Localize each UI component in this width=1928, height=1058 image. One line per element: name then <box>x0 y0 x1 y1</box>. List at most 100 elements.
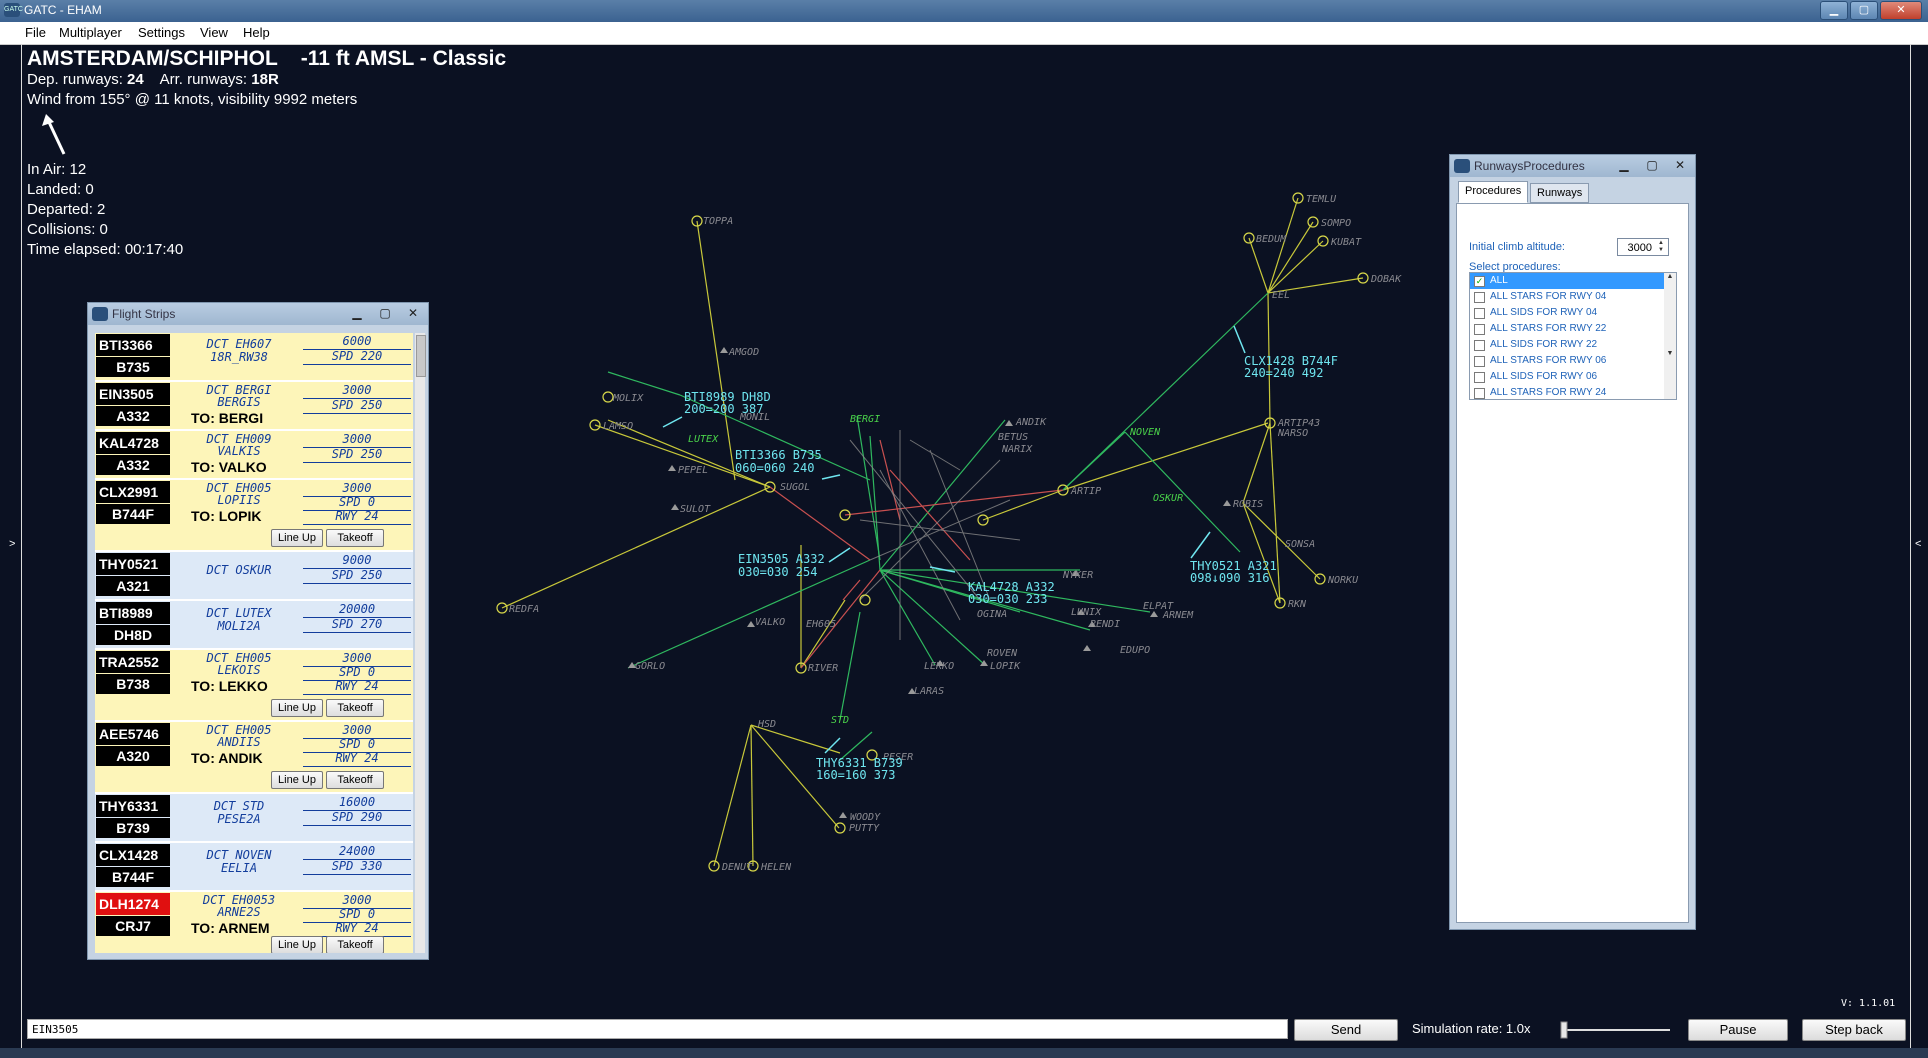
flight-strip[interactable]: CLX1428 B744F DCT NOVEN EELIA 24000 SPD … <box>95 843 413 892</box>
strip-route2: EELIA <box>220 861 258 875</box>
maximize-button[interactable]: ▢ <box>1640 157 1664 173</box>
strip-altitude[interactable]: 24000 <box>303 845 411 860</box>
flight-strip[interactable]: BTI8989 DH8D DCT LUTEX MOLI2A 20000 SPD … <box>95 601 413 650</box>
strip-speed[interactable]: SPD 250 <box>303 399 411 414</box>
svg-text:WOODY: WOODY <box>850 812 881 823</box>
strip-altitude[interactable]: 16000 <box>303 796 411 811</box>
procedure-item[interactable]: ALL SIDS FOR RWY 06 <box>1470 369 1664 385</box>
menu-settings[interactable]: Settings <box>138 25 185 40</box>
svg-text:EEL: EEL <box>1272 290 1290 301</box>
close-button[interactable]: ✕ <box>1880 1 1922 20</box>
strip-callsign: TRA2552 <box>96 651 170 673</box>
line-up-button[interactable]: Line Up <box>271 699 323 717</box>
line-up-button[interactable]: Line Up <box>271 529 323 547</box>
procedures-titlebar[interactable]: RunwaysProcedures ▁ ▢ ✕ <box>1450 155 1695 177</box>
checkbox[interactable] <box>1474 356 1485 367</box>
procedure-item[interactable]: ALL STARS FOR RWY 06 <box>1470 353 1664 369</box>
flight-strips-titlebar[interactable]: Flight Strips ▁ ▢ ✕ <box>88 303 428 325</box>
procedures-panel: Initial climb altitude: 3000 ▲ ▼ Select p… <box>1456 203 1689 923</box>
strip-route2: MOLI2A <box>217 619 261 633</box>
flight-strip[interactable]: THY6331 B739 DCT STD PESE2A 16000 SPD 29… <box>95 794 413 843</box>
strip-altitude[interactable]: 3000 <box>303 384 411 399</box>
minimize-button[interactable]: ▁ <box>1820 1 1848 20</box>
svg-text:LAMSO: LAMSO <box>603 421 633 432</box>
checkbox[interactable]: ✓ <box>1474 276 1485 287</box>
tab-runways[interactable]: Runways <box>1530 183 1590 203</box>
svg-text:SUGOL: SUGOL <box>780 482 810 493</box>
strip-speed[interactable]: SPD 250 <box>303 569 411 584</box>
maximize-button[interactable]: ▢ <box>373 305 397 321</box>
procedure-item[interactable]: ALL SIDS FOR RWY 22 <box>1470 337 1664 353</box>
procedure-item[interactable]: ✓ ALL <box>1470 273 1664 289</box>
procedures-scrollbar[interactable]: ▲ ▼ <box>1664 273 1676 399</box>
spinner-arrows-icon[interactable]: ▲ ▼ <box>1655 240 1667 254</box>
strip-runway[interactable]: RWY 24 <box>303 922 411 937</box>
svg-text:KUBAT: KUBAT <box>1330 237 1362 248</box>
takeoff-button[interactable]: Takeoff <box>326 529 384 547</box>
procedure-item[interactable]: ALL STARS FOR RWY 24 <box>1470 385 1664 399</box>
flight-strip[interactable]: TRA2552 B738 DCT EH005 LEKOIS TO: LEKKO … <box>95 650 413 722</box>
minimize-button[interactable]: ▁ <box>1612 157 1636 173</box>
step-back-button[interactable]: Step back <box>1802 1019 1906 1041</box>
strip-runway[interactable]: RWY 24 <box>303 680 411 695</box>
strip-route2: 18R_RW38 <box>210 350 268 364</box>
close-button[interactable]: ✕ <box>1668 157 1692 173</box>
command-input[interactable]: EIN3505 <box>27 1019 1288 1039</box>
checkbox[interactable] <box>1474 324 1485 335</box>
checkbox[interactable] <box>1474 388 1485 399</box>
takeoff-button[interactable]: Takeoff <box>326 699 384 717</box>
strip-altitude[interactable]: 6000 <box>303 335 411 350</box>
checkbox[interactable] <box>1474 308 1485 319</box>
flight-strip[interactable]: KAL4728 A332 DCT EH009 VALKIS TO: VALKO … <box>95 431 413 480</box>
strip-speed[interactable]: SPD 330 <box>303 860 411 875</box>
close-button[interactable]: ✕ <box>401 305 425 321</box>
pause-button[interactable]: Pause <box>1688 1019 1788 1041</box>
procedure-item[interactable]: ALL STARS FOR RWY 04 <box>1470 289 1664 305</box>
menu-view[interactable]: View <box>200 25 228 40</box>
aircraft-labels: BTI8989 DH8D 200=200 387 BTI3366 B735 06… <box>684 354 1338 782</box>
takeoff-button[interactable]: Takeoff <box>326 936 384 953</box>
runways-procedures-window: RunwaysProcedures ▁ ▢ ✕ Procedures Runwa… <box>1449 154 1696 930</box>
checkbox[interactable] <box>1474 340 1485 351</box>
strip-speed[interactable]: SPD 250 <box>303 448 411 463</box>
svg-text:SOMPO: SOMPO <box>1321 218 1351 229</box>
flight-strip[interactable]: THY0521 A321 DCT OSKUR 9000 SPD 250 <box>95 552 413 601</box>
runways-info: Dep. runways: 24 Arr. runways: 18R <box>27 71 279 88</box>
flight-strip[interactable]: DLH1274 CRJ7 DCT EH0053 ARNE2S TO: ARNEM… <box>95 892 413 953</box>
strip-speed[interactable]: SPD 220 <box>303 350 411 365</box>
procedure-item[interactable]: ALL STARS FOR RWY 22 <box>1470 321 1664 337</box>
menu-help[interactable]: Help <box>243 25 270 40</box>
strip-speed[interactable]: SPD 270 <box>303 618 411 633</box>
menu-file[interactable]: File <box>25 25 46 40</box>
strip-runway[interactable]: RWY 24 <box>303 752 411 767</box>
strip-altitude[interactable]: 9000 <box>303 554 411 569</box>
maximize-button[interactable]: ▢ <box>1850 1 1878 20</box>
initial-climb-input[interactable]: 3000 ▲ ▼ <box>1617 238 1669 256</box>
takeoff-button[interactable]: Takeoff <box>326 771 384 789</box>
strip-callsign: DLH1274 <box>96 893 170 915</box>
version-label: V: 1.1.01 <box>1841 998 1896 1009</box>
svg-text:MOLIX: MOLIX <box>612 393 644 404</box>
flight-strip[interactable]: CLX2991 B744F DCT EH005 LOPIIS TO: LOPIK… <box>95 480 413 552</box>
checkbox[interactable] <box>1474 372 1485 383</box>
flight-strip[interactable]: BTI3366 B735 DCT EH607 18R_RW38 6000 SPD… <box>95 333 413 382</box>
checkbox[interactable] <box>1474 292 1485 303</box>
send-button[interactable]: Send <box>1294 1019 1398 1041</box>
strip-runway[interactable]: RWY 24 <box>303 510 411 525</box>
flight-strip[interactable]: EIN3505 A332 DCT BERGI BERGIS TO: BERGI … <box>95 382 413 431</box>
airport-title: AMSTERDAM/SCHIPHOL -11 ft AMSL - Classic <box>27 47 507 70</box>
line-up-button[interactable]: Line Up <box>271 936 323 953</box>
simulation-rate-slider[interactable] <box>1560 1020 1672 1040</box>
procedure-item[interactable]: ALL SIDS FOR RWY 04 <box>1470 305 1664 321</box>
svg-text:BTI3366 B735: BTI3366 B735 <box>735 448 822 462</box>
strip-speed[interactable]: SPD 290 <box>303 811 411 826</box>
strip-altitude[interactable]: 3000 <box>303 433 411 448</box>
line-up-button[interactable]: Line Up <box>271 771 323 789</box>
flight-strip[interactable]: AEE5746 A320 DCT EH005 ANDIIS TO: ANDIK … <box>95 722 413 794</box>
tab-procedures[interactable]: Procedures <box>1458 181 1529 203</box>
menu-multiplayer[interactable]: Multiplayer <box>59 25 122 40</box>
scrollbar-thumb[interactable] <box>416 335 426 377</box>
strips-scrollbar[interactable] <box>415 333 426 953</box>
strip-altitude[interactable]: 20000 <box>303 603 411 618</box>
minimize-button[interactable]: ▁ <box>345 305 369 321</box>
